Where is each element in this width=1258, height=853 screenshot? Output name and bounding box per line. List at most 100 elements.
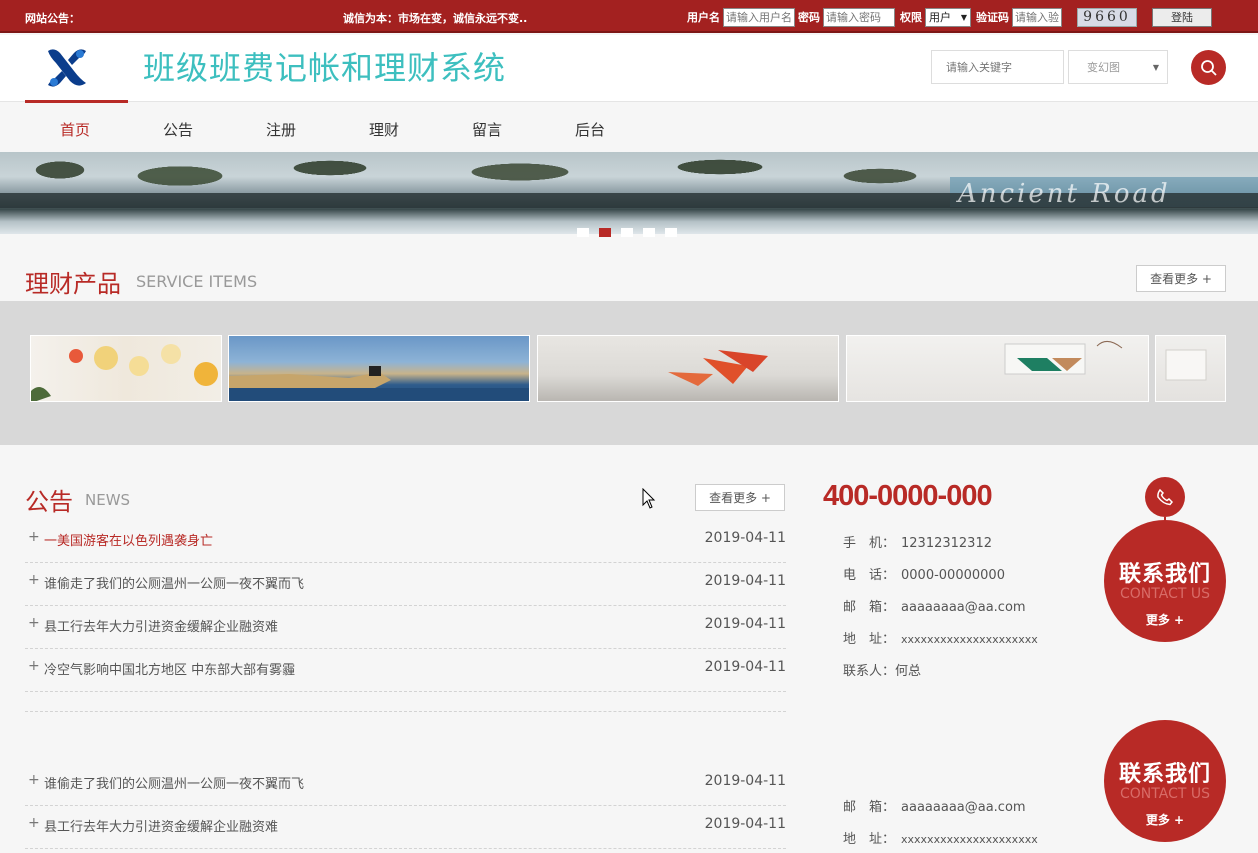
product-card-1[interactable] — [30, 335, 222, 402]
plus-icon: + — [28, 772, 40, 788]
badge-subtitle: CONTACT US — [1120, 786, 1210, 802]
banner-dot-5[interactable] — [665, 228, 677, 237]
banner-foliage — [0, 152, 960, 234]
nav-item-register[interactable]: 注册 — [266, 119, 296, 140]
news-more-button[interactable]: 查看更多 + — [695, 484, 785, 511]
news-item-date: 2019-04-11 — [704, 530, 786, 546]
nav-active-indicator — [25, 100, 128, 103]
news-item[interactable]: + 县工行去年大力引进资金缓解企业融资难 2019-04-11 — [25, 806, 786, 849]
site-header: 班级班费记帐和理财系统 变幻图 ▼ — [0, 35, 1258, 102]
news-item-date: 2019-04-11 — [704, 616, 786, 632]
contact-email-label: 邮 箱： — [843, 800, 896, 815]
news-item-title[interactable]: 谁偷走了我们的公厕温州一公厕一夜不翼而飞 — [44, 773, 304, 792]
captcha-input[interactable] — [1012, 7, 1062, 27]
search-button[interactable] — [1191, 50, 1226, 85]
banner-sign-text: Ancient Road — [958, 179, 1171, 209]
captcha-label: 验证码 — [976, 11, 1009, 24]
notice-label: 网站公告： — [25, 12, 80, 25]
product-card-4[interactable] — [846, 335, 1149, 402]
contact-mobile: 手 机： 12312312312 — [843, 532, 992, 551]
contact-tel-label: 电 话： — [843, 568, 896, 583]
product-image-3 — [668, 350, 768, 386]
search-scope-select[interactable]: 变幻图 ▼ — [1068, 50, 1168, 84]
contact-tel: 电 话： 0000-00000000 — [843, 564, 1005, 583]
badge-more-link[interactable]: 更多 + — [1104, 611, 1226, 628]
news-item[interactable]: + 冷空气影响中国北方地区 中东部大部有雾霾 2019-04-11 — [25, 649, 786, 692]
nav-item-message[interactable]: 留言 — [472, 119, 502, 140]
products-more-button[interactable]: 查看更多 + — [1136, 265, 1226, 292]
badge-title: 联系我们 — [1118, 762, 1211, 787]
news-item-title[interactable]: 县工行去年大力引进资金缓解企业融资难 — [44, 816, 278, 835]
phone-icon — [1157, 488, 1174, 506]
contact-address-label: 地 址： — [843, 632, 896, 647]
contact-person: 联系人：何总 — [843, 660, 921, 679]
news-item[interactable]: + 谁偷走了我们的公厕温州一公厕一夜不翼而飞 2019-04-11 — [25, 763, 786, 806]
password-label: 密码 — [798, 11, 820, 24]
dropdown-arrow-icon: ▼ — [1152, 62, 1159, 72]
contact-person-label: 联系人： — [843, 664, 896, 679]
news-item-title[interactable]: 一美国游客在以色列遇袭身亡 — [44, 530, 213, 549]
badge-more-link[interactable]: 更多 + — [1104, 811, 1226, 828]
search-scope-value: 变幻图 — [1087, 61, 1120, 74]
contact-phone-button[interactable] — [1145, 477, 1185, 517]
role-select[interactable]: 用户 ▼ — [925, 7, 971, 27]
plus-icon: + — [28, 572, 40, 588]
nav-item-home[interactable]: 首页 — [60, 119, 90, 140]
top-bar: 网站公告： 诚信为本：市场在变，诚信永远不变.. 用户名 密码 权限 用户 ▼ … — [0, 0, 1258, 33]
site-logo-icon[interactable] — [44, 45, 90, 91]
product-image-4 — [1004, 341, 1123, 375]
products-strip — [0, 301, 1258, 445]
product-card-5[interactable] — [1155, 335, 1226, 402]
contact-address-label: 地 址： — [843, 832, 896, 847]
badge-title: 联系我们 — [1118, 562, 1211, 587]
contact-email-value: aaaaaaaa@aa.com — [901, 800, 1026, 815]
banner-dot-3[interactable] — [621, 228, 633, 237]
banner-dot-4[interactable] — [643, 228, 655, 237]
nav-item-notice[interactable]: 公告 — [163, 119, 193, 140]
nav-item-admin[interactable]: 后台 — [575, 119, 605, 140]
plus-icon: + — [28, 815, 40, 831]
news-subtitle: NEWS — [85, 491, 131, 509]
dropdown-arrow-icon: ▼ — [960, 12, 967, 22]
contact-email: 邮 箱： aaaaaaaa@aa.com — [843, 796, 1026, 815]
login-button[interactable]: 登陆 — [1152, 7, 1212, 27]
contact-address: 地 址： xxxxxxxxxxxxxxxxxxxxx — [843, 628, 1038, 647]
hotline-number: 400-0000-000 — [823, 480, 993, 512]
product-image-5 — [1165, 349, 1207, 381]
nav-item-finance[interactable]: 理财 — [369, 119, 399, 140]
news-item[interactable]: + 一美国游客在以色列遇袭身亡 2019-04-11 — [25, 520, 786, 563]
product-image-1 — [31, 344, 218, 401]
banner-dot-2[interactable] — [599, 228, 611, 237]
contact-person-value: 何总 — [895, 664, 922, 679]
plus-icon: + — [28, 529, 40, 545]
news-title: 公告 — [25, 488, 73, 516]
product-card-3[interactable] — [537, 335, 839, 402]
news-item-date: 2019-04-11 — [704, 816, 786, 832]
contact-mobile-label: 手 机： — [843, 536, 896, 551]
product-card-2[interactable] — [228, 335, 530, 402]
search-icon — [1200, 59, 1217, 76]
banner-dot-1[interactable] — [577, 228, 589, 237]
contact-us-badge[interactable]: 联系我们 CONTACT US 更多 + — [1104, 520, 1226, 642]
contact-address-value: xxxxxxxxxxxxxxxxxxxxx — [901, 633, 1038, 646]
password-input[interactable] — [823, 7, 895, 27]
plus-icon: + — [28, 615, 40, 631]
contact-email-label: 邮 箱： — [843, 600, 896, 615]
news-item-date: 2019-04-11 — [704, 773, 786, 789]
search-input[interactable] — [931, 50, 1064, 84]
captcha-image[interactable]: 9660 — [1077, 7, 1137, 27]
news-list-divider — [25, 692, 786, 712]
news-item-title[interactable]: 谁偷走了我们的公厕温州一公厕一夜不翼而飞 — [44, 573, 304, 592]
news-item[interactable]: + 县工行去年大力引进资金缓解企业融资难 2019-04-11 — [25, 606, 786, 649]
news-item-title[interactable]: 冷空气影响中国北方地区 中东部大部有雾霾 — [44, 659, 295, 678]
site-title: 班级班费记帐和理财系统 — [143, 49, 507, 87]
main-nav: 首页 公告 注册 理财 留言 后台 — [0, 100, 1258, 152]
contact-address-value: xxxxxxxxxxxxxxxxxxxxx — [901, 833, 1038, 846]
news-item-date: 2019-04-11 — [704, 659, 786, 675]
login-form: 用户名 密码 权限 用户 ▼ 验证码 9660 登陆 — [687, 6, 1212, 28]
contact-us-badge[interactable]: 联系我们 CONTACT US 更多 + — [1104, 720, 1226, 842]
username-input[interactable] — [723, 7, 795, 27]
news-item[interactable]: + 谁偷走了我们的公厕温州一公厕一夜不翼而飞 2019-04-11 — [25, 563, 786, 606]
news-item-title[interactable]: 县工行去年大力引进资金缓解企业融资难 — [44, 616, 278, 635]
hero-banner[interactable]: Ancient Road — [0, 152, 1258, 234]
